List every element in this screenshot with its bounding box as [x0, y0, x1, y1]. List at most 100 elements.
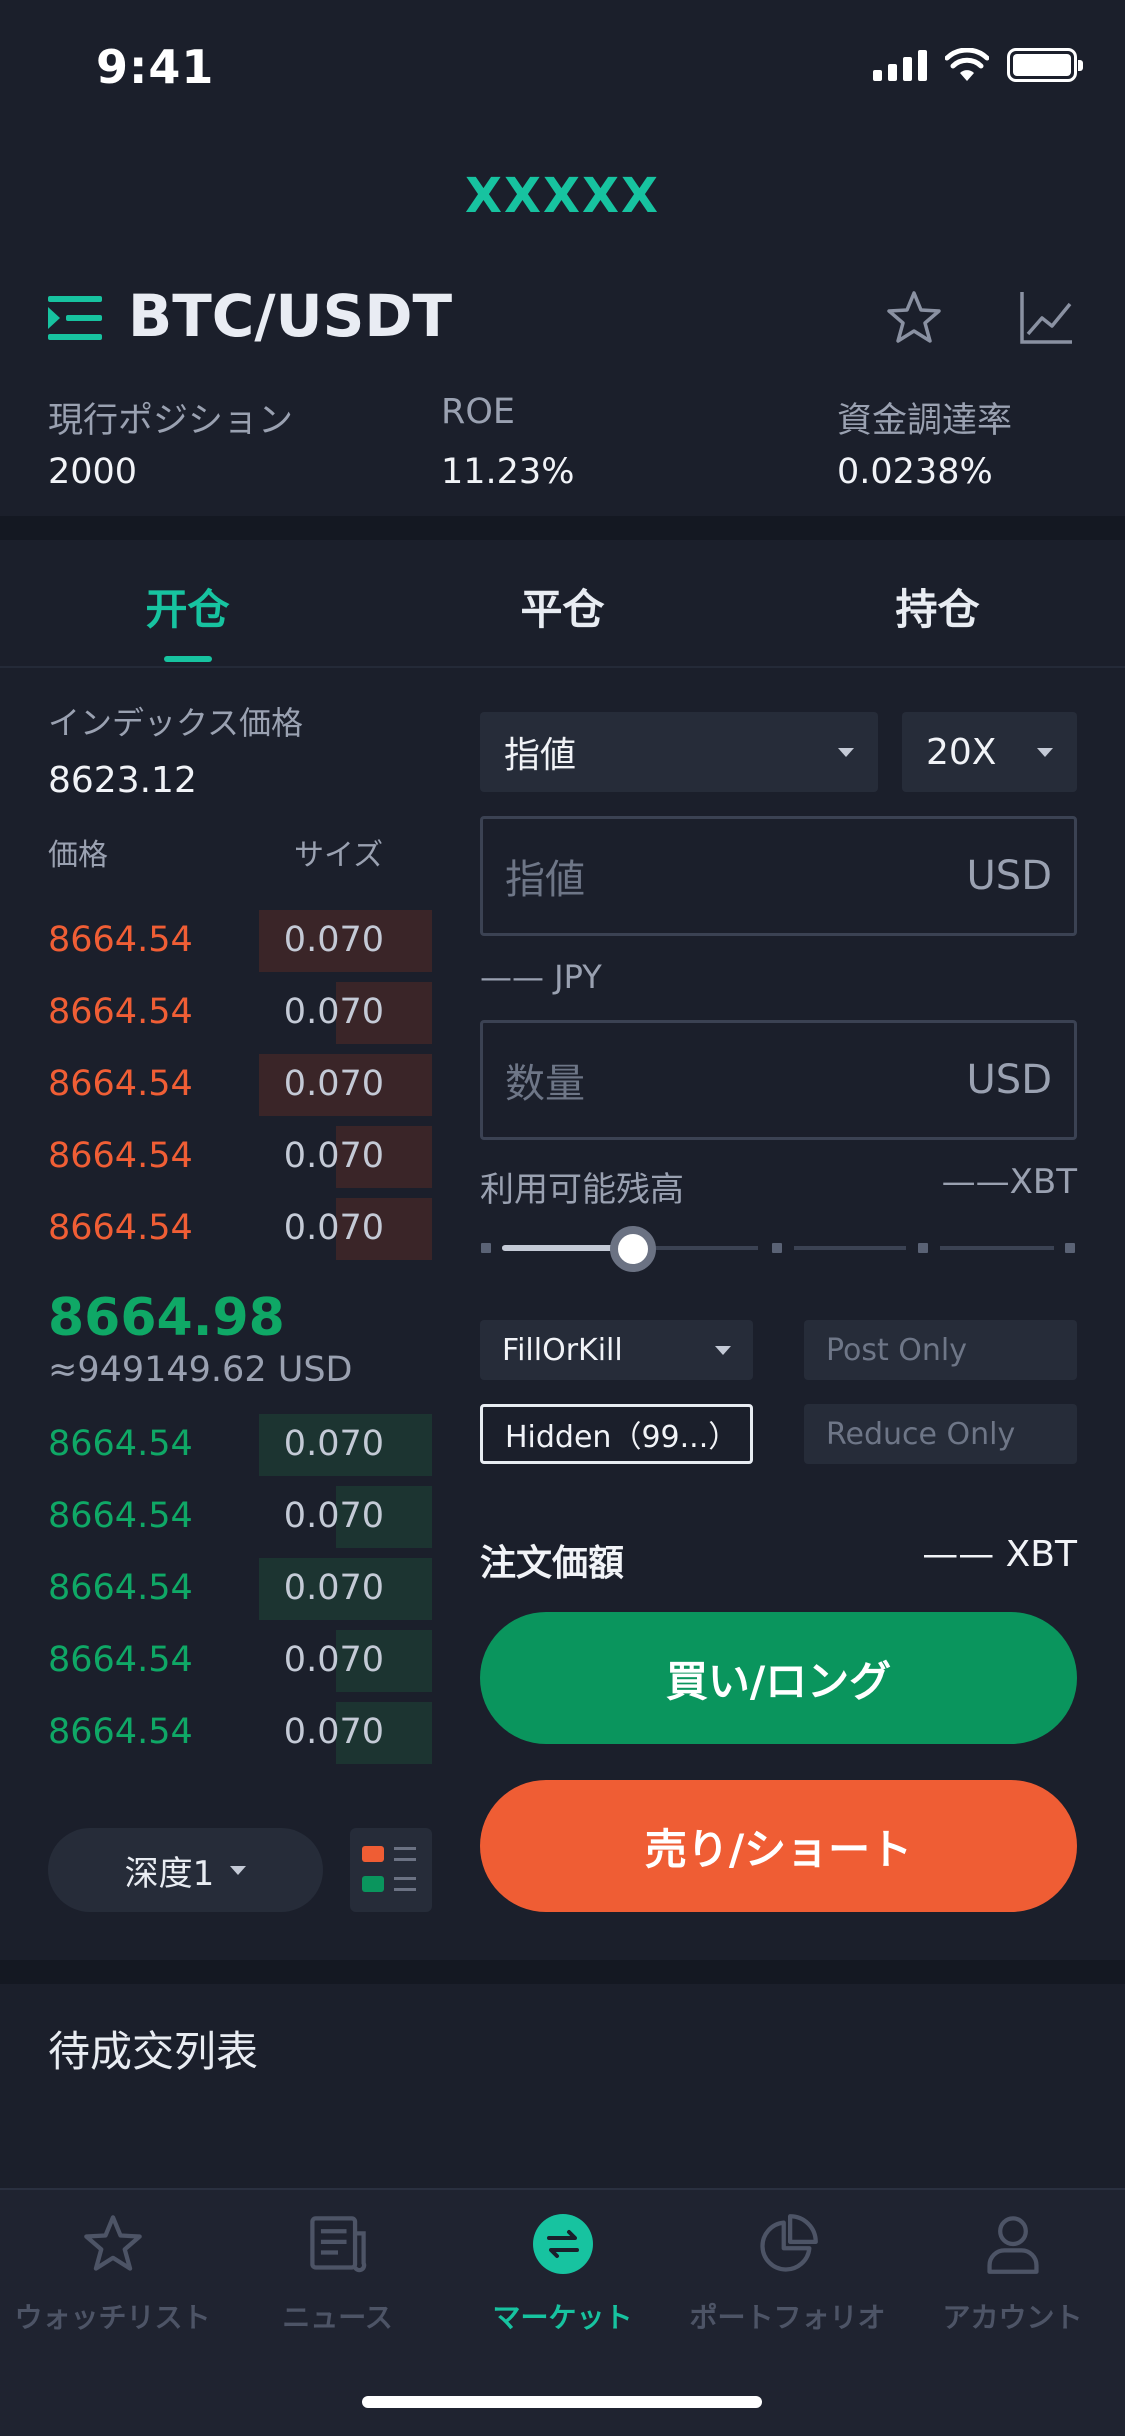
star-icon — [77, 2208, 149, 2280]
user-icon — [977, 2208, 1049, 2280]
chevron-down-icon — [838, 747, 854, 757]
chevron-down-icon — [715, 1345, 731, 1355]
post-only-toggle[interactable]: Post Only — [804, 1320, 1077, 1380]
nav-portfolio[interactable]: ポートフォリオ — [675, 2208, 900, 2336]
bid-row[interactable]: 8664.54 0.070 — [48, 1630, 432, 1692]
price-input[interactable]: 指値 USD — [480, 816, 1077, 936]
pending-orders-title: 待成交列表 — [48, 2027, 259, 2076]
menu-icon[interactable] — [48, 296, 102, 340]
status-time: 9:41 — [96, 40, 215, 94]
available-balance-value: ——XBT — [941, 1162, 1077, 1202]
order-value-label: 注文価額 — [480, 1543, 625, 1584]
exchange-icon — [527, 2208, 599, 2280]
home-indicator — [362, 2396, 762, 2408]
quantity-input[interactable]: 数量 USD — [480, 1020, 1077, 1140]
price-unit: USD — [966, 853, 1052, 899]
chevron-down-icon — [1037, 747, 1053, 757]
quantity-unit: USD — [966, 1057, 1052, 1103]
bid-size: 0.070 — [283, 1568, 384, 1608]
jpy-equivalent: —— JPY — [480, 958, 602, 996]
time-in-force-label: FillOrKill — [502, 1332, 623, 1368]
bid-row[interactable]: 8664.54 0.070 — [48, 1414, 432, 1476]
bid-size: 0.070 — [283, 1640, 384, 1680]
funding-rate-label: 資金調達率 — [837, 401, 1013, 441]
bid-row[interactable]: 8664.54 0.070 — [48, 1558, 432, 1620]
order-type-select[interactable]: 指値 — [480, 712, 878, 792]
orderbook-view-toggle-icon[interactable] — [350, 1828, 432, 1912]
ask-price: 8664.54 — [48, 920, 193, 960]
sell-short-button[interactable]: 売り/ショート — [480, 1780, 1077, 1912]
ask-size: 0.070 — [283, 1208, 384, 1248]
ask-row[interactable]: 8664.54 0.070 — [48, 982, 432, 1044]
size-column-header: サイズ — [294, 838, 384, 873]
news-icon — [302, 2208, 374, 2280]
slider-track — [794, 1246, 906, 1250]
quantity-input-placeholder: 数量 — [505, 1061, 585, 1107]
ask-row[interactable]: 8664.54 0.070 — [48, 1054, 432, 1116]
order-type-label: 指値 — [504, 735, 577, 776]
nav-label: アカウント — [942, 2301, 1083, 2334]
bid-price: 8664.54 — [48, 1568, 193, 1608]
chart-icon[interactable] — [1016, 288, 1076, 348]
last-price-usd: ≈949149.62 USD — [48, 1350, 353, 1390]
leverage-label: 20X — [926, 731, 997, 773]
nav-label: ポートフォリオ — [689, 2301, 886, 2334]
tab-holdings[interactable]: 持仓 — [750, 576, 1125, 637]
nav-market[interactable]: マーケット — [450, 2208, 675, 2336]
nav-news[interactable]: ニュース — [225, 2208, 450, 2336]
tab-open-position[interactable]: 开仓 — [0, 576, 375, 637]
time-in-force-select[interactable]: FillOrKill — [480, 1320, 753, 1380]
funding-rate-value: 0.0238% — [837, 452, 993, 492]
nav-account[interactable]: アカウント — [900, 2208, 1125, 2336]
ask-size: 0.070 — [283, 992, 384, 1032]
ask-size: 0.070 — [283, 920, 384, 960]
price-input-placeholder: 指値 — [505, 857, 585, 903]
position-label: 現行ポジション — [48, 401, 294, 441]
slider-step-marker — [772, 1243, 782, 1253]
buy-long-button[interactable]: 買い/ロング — [480, 1612, 1077, 1744]
order-value: —— XBT — [922, 1534, 1077, 1575]
roe-value: 11.23% — [441, 452, 575, 492]
bid-size: 0.070 — [283, 1496, 384, 1536]
ask-size: 0.070 — [283, 1064, 384, 1104]
bid-row[interactable]: 8664.54 0.070 — [48, 1486, 432, 1548]
ask-row[interactable]: 8664.54 0.070 — [48, 910, 432, 972]
tab-divider — [0, 666, 1125, 668]
battery-icon — [1007, 48, 1083, 82]
nav-label: マーケット — [492, 2301, 633, 2334]
slider-step-marker — [918, 1243, 928, 1253]
favorite-star-icon[interactable] — [884, 288, 944, 348]
depth-select[interactable]: 深度1 — [48, 1828, 323, 1912]
roe-label: ROE — [441, 392, 515, 432]
ask-size: 0.070 — [283, 1136, 384, 1176]
leverage-select[interactable]: 20X — [902, 712, 1077, 792]
bid-price: 8664.54 — [48, 1640, 193, 1680]
bid-row[interactable]: 8664.54 0.070 — [48, 1702, 432, 1764]
pair-name[interactable]: BTC/USDT — [128, 282, 452, 350]
nav-watchlist[interactable]: ウォッチリスト — [0, 2208, 225, 2336]
ask-row[interactable]: 8664.54 0.070 — [48, 1126, 432, 1188]
bid-size: 0.070 — [283, 1712, 384, 1752]
section-divider — [0, 1960, 1125, 1984]
tab-close-position[interactable]: 平仓 — [375, 576, 750, 637]
nav-label: ウォッチリスト — [14, 2301, 211, 2334]
index-price-value: 8623.12 — [48, 760, 197, 801]
position-value: 2000 — [48, 452, 138, 492]
depth-select-label: 深度1 — [124, 1853, 215, 1894]
ask-price: 8664.54 — [48, 1064, 193, 1104]
section-divider — [0, 516, 1125, 540]
slider-handle[interactable] — [610, 1226, 656, 1272]
hidden-toggle[interactable]: Hidden（99...） — [480, 1404, 753, 1464]
nav-label: ニュース — [282, 2301, 393, 2334]
slider-step-marker — [481, 1243, 491, 1253]
slider-step-marker — [1065, 1243, 1075, 1253]
available-balance-label: 利用可能残高 — [480, 1170, 684, 1210]
ask-price: 8664.54 — [48, 992, 193, 1032]
ask-price: 8664.54 — [48, 1208, 193, 1248]
reduce-only-toggle[interactable]: Reduce Only — [804, 1404, 1077, 1464]
bid-size: 0.070 — [283, 1424, 384, 1464]
ask-row[interactable]: 8664.54 0.070 — [48, 1198, 432, 1260]
slider-track — [940, 1246, 1054, 1250]
last-price: 8664.98 — [48, 1288, 285, 1348]
app-title: XXXXX — [464, 168, 661, 224]
